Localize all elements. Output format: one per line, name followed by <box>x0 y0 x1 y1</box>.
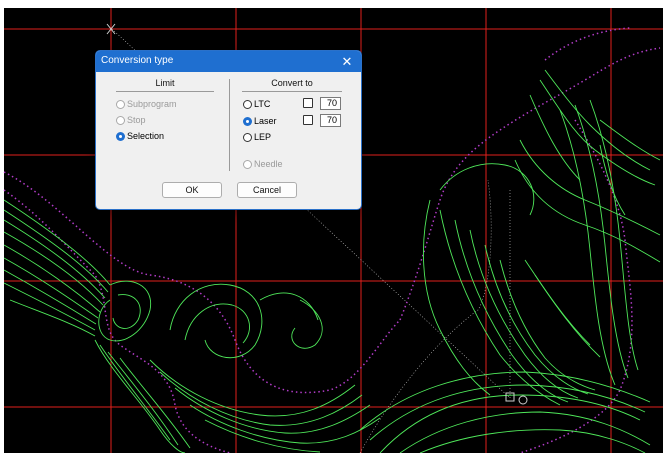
radio-needle-icon <box>243 159 252 169</box>
radio-ltc-icon <box>243 99 252 109</box>
conversion-type-dialog: Conversion type ✕ Limit Subprogram Stop … <box>95 50 362 210</box>
close-icon[interactable]: ✕ <box>333 51 361 72</box>
radio-lep[interactable]: LEP <box>243 131 271 143</box>
radio-laser-icon <box>243 116 252 126</box>
ltc-value-field[interactable]: 70 <box>320 97 341 110</box>
radio-laser-label: Laser <box>254 116 277 126</box>
dialog-title: Conversion type <box>101 55 174 66</box>
limit-heading: Limit <box>155 78 175 88</box>
radio-stop-icon <box>116 115 125 125</box>
radio-selection-label: Selection <box>127 131 165 141</box>
radio-ltc[interactable]: LTC <box>243 98 270 110</box>
radio-stop[interactable]: Stop <box>116 114 146 126</box>
radio-ltc-label: LTC <box>254 99 271 109</box>
radio-needle-label: Needle <box>254 159 283 169</box>
ok-button[interactable]: OK <box>162 182 222 198</box>
radio-selection[interactable]: Selection <box>116 130 164 142</box>
radio-subprogram-label: Subprogram <box>127 99 177 109</box>
radio-needle[interactable]: Needle <box>243 158 283 170</box>
limit-divider <box>116 91 214 92</box>
ltc-checkbox[interactable] <box>303 98 313 108</box>
convert-to-heading: Convert to <box>271 78 313 88</box>
cancel-button[interactable]: Cancel <box>237 182 297 198</box>
radio-selection-icon <box>116 131 125 141</box>
radio-laser[interactable]: Laser <box>243 115 277 127</box>
radio-lep-label: LEP <box>254 132 272 142</box>
dialog-titlebar: Conversion type ✕ <box>96 51 361 72</box>
group-separator <box>229 79 230 171</box>
radio-stop-label: Stop <box>127 115 146 125</box>
convert-to-divider <box>242 91 342 92</box>
radio-lep-icon <box>243 132 252 142</box>
radio-subprogram-icon <box>116 99 125 109</box>
laser-value-field[interactable]: 70 <box>320 114 341 127</box>
laser-checkbox[interactable] <box>303 115 313 125</box>
radio-subprogram[interactable]: Subprogram <box>116 98 177 110</box>
